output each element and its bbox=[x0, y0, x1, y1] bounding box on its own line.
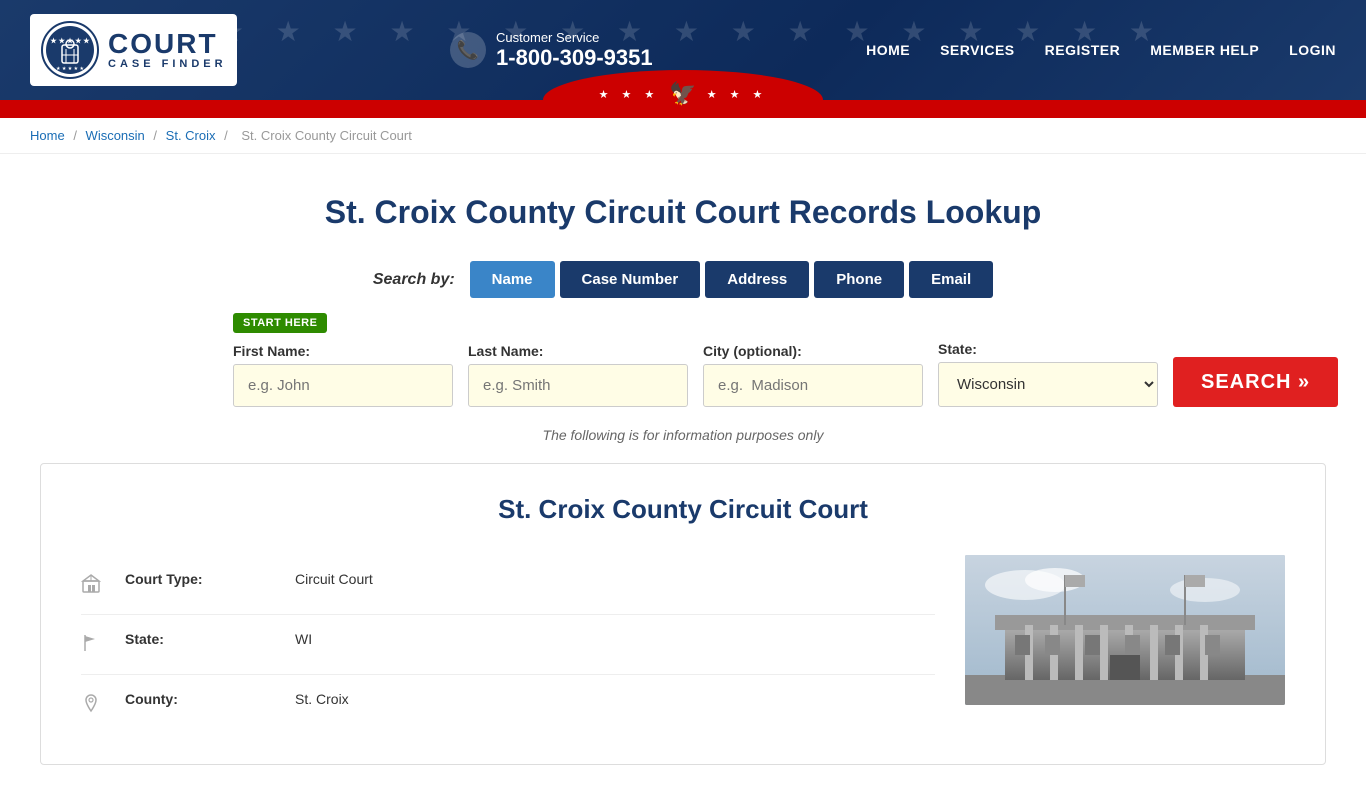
customer-service: 📞 Customer Service 1-800-309-9351 bbox=[450, 30, 653, 71]
city-label: City (optional): bbox=[703, 343, 923, 359]
court-info-box: St. Croix County Circuit Court Court Typ… bbox=[40, 463, 1326, 765]
search-form: First Name: Last Name: City (optional): … bbox=[233, 341, 1133, 407]
court-image-placeholder bbox=[965, 555, 1285, 705]
svg-text:★ ★ ★ ★ ★: ★ ★ ★ ★ ★ bbox=[56, 66, 84, 72]
tab-email[interactable]: Email bbox=[909, 261, 993, 298]
county-label: County: bbox=[125, 691, 275, 707]
state-flag-icon bbox=[81, 633, 105, 658]
logo-box: ★ ★ ★ ★ ★ ★ ★ ★ ★ ★ COURT CASE FINDER bbox=[30, 14, 237, 86]
tab-case-number[interactable]: Case Number bbox=[560, 261, 701, 298]
tab-name[interactable]: Name bbox=[470, 261, 555, 298]
state-select[interactable]: Wisconsin Alabama Alaska Arizona Arkansa… bbox=[938, 362, 1158, 407]
logo-case-finder-label: CASE FINDER bbox=[108, 58, 227, 70]
search-button[interactable]: SEARCH » bbox=[1173, 357, 1338, 407]
eagle-icon: 🦅 bbox=[669, 81, 696, 107]
breadcrumb-state[interactable]: Wisconsin bbox=[86, 128, 145, 143]
breadcrumb-sep-1: / bbox=[73, 128, 80, 143]
nav-login[interactable]: LOGIN bbox=[1289, 42, 1336, 58]
search-by-label: Search by: bbox=[373, 271, 455, 289]
state-label-detail: State: bbox=[125, 631, 275, 647]
search-by-row: Search by: Name Case Number Address Phon… bbox=[233, 261, 1133, 298]
last-name-input[interactable] bbox=[468, 364, 688, 407]
last-name-label: Last Name: bbox=[468, 343, 688, 359]
court-info-title: St. Croix County Circuit Court bbox=[81, 494, 1285, 525]
banner-stars-left: ★ ★ ★ bbox=[599, 88, 660, 101]
court-details-area: Court Type: Circuit Court State: WI bbox=[81, 555, 1285, 734]
first-name-input[interactable] bbox=[233, 364, 453, 407]
breadcrumb: Home / Wisconsin / St. Croix / St. Croix… bbox=[0, 118, 1366, 154]
banner-stars-right: ★ ★ ★ bbox=[707, 88, 768, 101]
search-button-label: SEARCH » bbox=[1201, 371, 1310, 394]
main-content: St. Croix County Circuit Court Records L… bbox=[0, 154, 1366, 795]
breadcrumb-current: St. Croix County Circuit Court bbox=[241, 128, 412, 143]
first-name-label: First Name: bbox=[233, 343, 453, 359]
logo-text: COURT CASE FINDER bbox=[108, 30, 227, 70]
nav-register[interactable]: REGISTER bbox=[1045, 42, 1121, 58]
state-group: State: Wisconsin Alabama Alaska Arizona … bbox=[938, 341, 1158, 407]
phone-icon: 📞 bbox=[450, 32, 486, 68]
main-nav: HOME SERVICES REGISTER MEMBER HELP LOGIN bbox=[866, 42, 1336, 58]
first-name-group: First Name: bbox=[233, 343, 453, 407]
nav-services[interactable]: SERVICES bbox=[940, 42, 1015, 58]
banner-wave: ★ ★ ★ 🦅 ★ ★ ★ bbox=[0, 100, 1366, 118]
info-note: The following is for information purpose… bbox=[233, 427, 1133, 443]
court-detail-state: State: WI bbox=[81, 615, 935, 675]
county-value: St. Croix bbox=[295, 691, 349, 707]
building-icon bbox=[81, 573, 105, 598]
breadcrumb-sep-3: / bbox=[224, 128, 231, 143]
court-type-value: Circuit Court bbox=[295, 571, 373, 587]
nav-home[interactable]: HOME bbox=[866, 42, 910, 58]
customer-service-phone: 1-800-309-9351 bbox=[496, 45, 653, 71]
tab-address[interactable]: Address bbox=[705, 261, 809, 298]
tab-phone[interactable]: Phone bbox=[814, 261, 904, 298]
start-here-badge: START HERE bbox=[233, 313, 327, 333]
last-name-group: Last Name: bbox=[468, 343, 688, 407]
logo-emblem-icon: ★ ★ ★ ★ ★ ★ ★ ★ ★ ★ bbox=[40, 20, 100, 80]
logo-area: ★ ★ ★ ★ ★ ★ ★ ★ ★ ★ COURT CASE FINDER bbox=[30, 14, 237, 86]
logo-court-label: COURT bbox=[108, 30, 218, 58]
svg-text:★ ★ ★ ★ ★: ★ ★ ★ ★ ★ bbox=[50, 37, 90, 45]
court-detail-county: County: St. Croix bbox=[81, 675, 935, 734]
breadcrumb-county[interactable]: St. Croix bbox=[166, 128, 216, 143]
breadcrumb-sep-2: / bbox=[153, 128, 160, 143]
map-pin-icon bbox=[81, 693, 105, 718]
page-title: St. Croix County Circuit Court Records L… bbox=[40, 194, 1326, 231]
state-label: State: bbox=[938, 341, 1158, 357]
state-value: WI bbox=[295, 631, 312, 647]
city-input[interactable] bbox=[703, 364, 923, 407]
court-type-label: Court Type: bbox=[125, 571, 275, 587]
court-image bbox=[965, 555, 1285, 705]
court-details-table: Court Type: Circuit Court State: WI bbox=[81, 555, 935, 734]
city-group: City (optional): bbox=[703, 343, 923, 407]
customer-service-label: Customer Service bbox=[496, 30, 653, 45]
nav-member-help[interactable]: MEMBER HELP bbox=[1150, 42, 1259, 58]
breadcrumb-home[interactable]: Home bbox=[30, 128, 65, 143]
court-detail-type: Court Type: Circuit Court bbox=[81, 555, 935, 615]
search-area: Search by: Name Case Number Address Phon… bbox=[233, 261, 1133, 443]
